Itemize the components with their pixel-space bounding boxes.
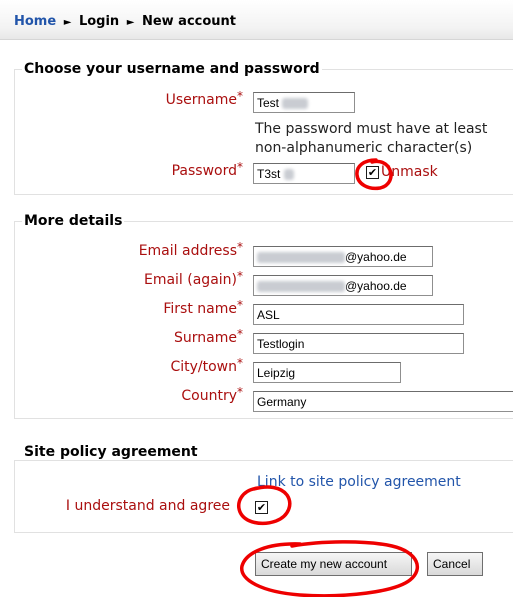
breadcrumb-home-link[interactable]: Home <box>14 14 56 29</box>
surname-label: Surname* <box>174 327 243 346</box>
required-marker: * <box>237 385 243 399</box>
create-account-button[interactable]: Create my new account <box>255 552 412 576</box>
required-marker: * <box>237 269 243 283</box>
navigation-bar: Home ► Login ► New account <box>0 0 513 40</box>
required-marker: * <box>237 356 243 370</box>
email-again-label: Email (again)* <box>143 269 243 288</box>
surname-input[interactable]: Testlogin <box>253 333 464 354</box>
cancel-button[interactable]: Cancel <box>427 552 483 576</box>
more-details-legend: More details <box>22 213 125 229</box>
country-label: Country* <box>181 385 243 404</box>
city-label: City/town* <box>170 356 243 375</box>
email-label: Email address* <box>138 240 243 259</box>
required-marker: * <box>237 298 243 312</box>
breadcrumb-current: New account <box>141 14 237 29</box>
city-input[interactable]: Leipzig <box>253 362 401 383</box>
password-hint-line2: non-alphanumeric character(s) <box>255 140 473 156</box>
breadcrumb-separator-icon: ► <box>126 17 135 28</box>
username-input[interactable]: Test <box>253 92 355 113</box>
country-select[interactable]: Germany <box>253 391 513 412</box>
site-policy-section <box>14 460 513 533</box>
site-policy-link[interactable]: Link to site policy agreement <box>257 474 461 490</box>
required-marker: * <box>237 240 243 254</box>
required-marker: * <box>237 160 243 174</box>
breadcrumb: Home ► Login ► New account <box>14 14 236 29</box>
email-input[interactable]: @yahoo.de <box>253 246 433 267</box>
firstname-label: First name* <box>163 298 243 317</box>
password-hint-line1: The password must have at least <box>255 121 488 137</box>
password-input[interactable]: T3st <box>253 163 355 184</box>
required-marker: * <box>237 327 243 341</box>
username-password-legend: Choose your username and password <box>22 61 322 77</box>
password-label: Password* <box>171 160 243 179</box>
breadcrumb-separator-icon: ► <box>63 17 72 28</box>
required-marker: * <box>237 89 243 103</box>
unmask-checkbox[interactable]: ✔ <box>366 166 379 179</box>
agree-label: I understand and agree <box>65 498 230 514</box>
agree-checkbox[interactable]: ✔ <box>255 501 268 514</box>
email-again-input[interactable]: @yahoo.de <box>253 275 433 296</box>
firstname-input[interactable]: ASL <box>253 304 464 325</box>
username-label: Username* <box>165 89 243 108</box>
breadcrumb-login[interactable]: Login <box>79 14 119 29</box>
site-policy-legend: Site policy agreement <box>22 444 200 460</box>
unmask-label[interactable]: Unmask <box>381 164 438 180</box>
